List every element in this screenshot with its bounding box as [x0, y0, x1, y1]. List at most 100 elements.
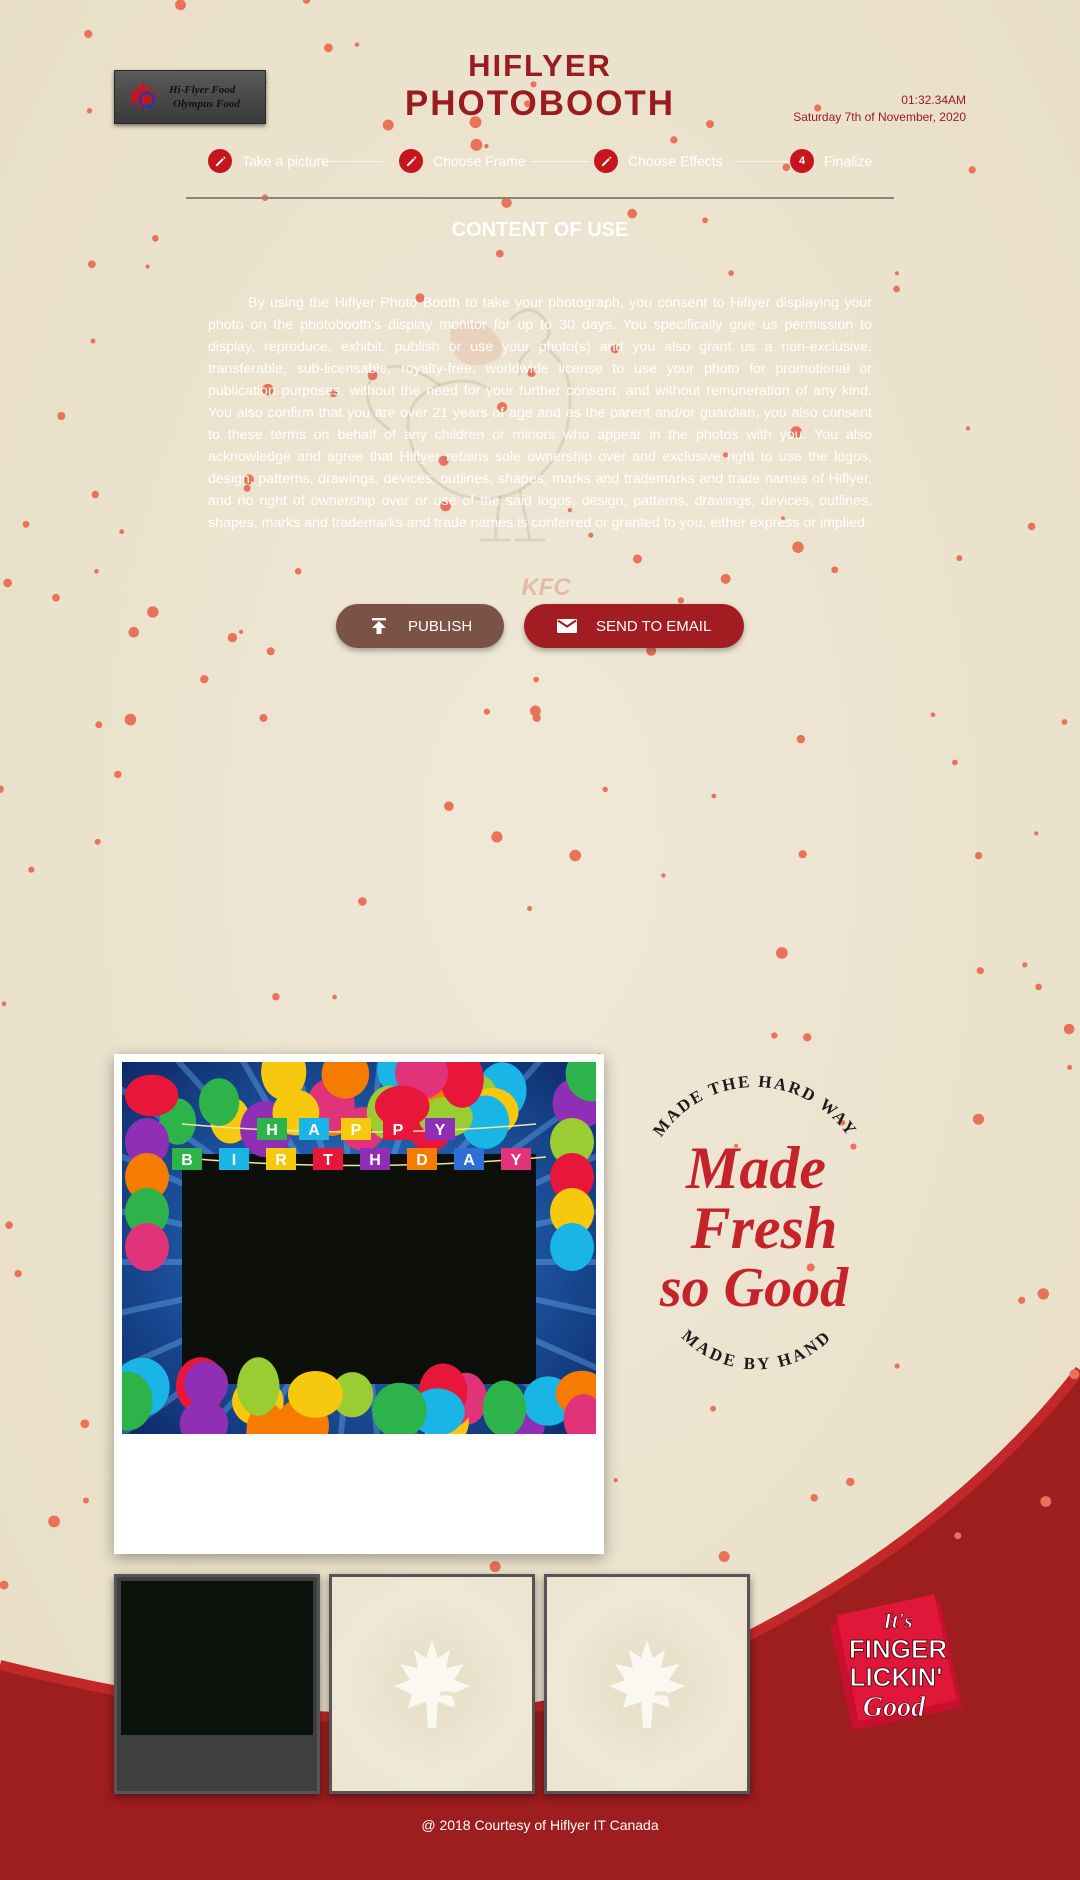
maple-fleur-icon — [609, 1640, 685, 1728]
decor-dot — [114, 770, 122, 779]
banner-letter: T — [323, 1152, 333, 1169]
step-label: Finalize — [824, 153, 873, 169]
step-take-picture[interactable]: Take a picture — [208, 148, 329, 174]
photo-preview-card: HAPPY BIRTHDAY — [114, 1054, 604, 1554]
step-finalize[interactable]: 4 Finalize — [790, 148, 872, 174]
decor-dot — [831, 566, 839, 574]
upload-icon — [372, 618, 386, 634]
decor-dot — [200, 675, 209, 684]
balloon — [198, 1078, 240, 1126]
decor-dot — [239, 629, 244, 635]
decor-dot — [489, 1561, 501, 1573]
decor-dot — [259, 714, 268, 722]
step-label: Choose Frame — [433, 153, 526, 169]
decor-dot — [846, 1477, 855, 1487]
step-label: Take a picture — [242, 153, 330, 169]
banner-letter: I — [232, 1152, 236, 1169]
decor-dot — [532, 713, 541, 722]
decor-dot — [227, 632, 238, 643]
decor-dot — [87, 260, 96, 269]
banner-letter: Y — [435, 1122, 446, 1139]
decor-dot — [94, 569, 99, 574]
clock: 01:32.34AM Saturday 7th of November, 202… — [793, 92, 966, 126]
decor-dot — [776, 947, 788, 959]
banner-letter: B — [181, 1152, 193, 1169]
kfc-watermark: KFC — [521, 574, 571, 601]
pencil-icon — [594, 149, 618, 173]
banner-letter: D — [416, 1152, 428, 1169]
banner-letter: Y — [511, 1152, 522, 1169]
decor-dot — [324, 43, 333, 53]
app-title-line1: HIFLYER — [468, 48, 612, 83]
balloon — [125, 1223, 169, 1271]
banner-letter: A — [308, 1122, 320, 1139]
decor-dot — [128, 626, 140, 638]
decor-dot — [533, 676, 539, 683]
decor-dot — [1069, 1369, 1080, 1380]
decor-dot — [803, 1033, 812, 1042]
decor-dot — [83, 1497, 89, 1504]
decor-dot — [119, 529, 125, 534]
finger-line1: It's — [882, 1608, 912, 1633]
badge-line2: Fresh — [690, 1195, 838, 1261]
decor-dot — [677, 597, 685, 604]
decor-dot — [710, 1405, 716, 1412]
step-connector — [531, 161, 589, 162]
made-fresh-badge: MADE THE HARD WAY Made Fresh so Good MAD… — [649, 1072, 861, 1374]
step-choose-effects[interactable]: Choose Effects — [594, 148, 723, 174]
decor-dot — [91, 490, 100, 499]
decor-dot — [84, 29, 93, 39]
decor-dot — [28, 866, 35, 873]
decor-dot — [294, 568, 302, 575]
balloon — [124, 1074, 179, 1117]
decor-dot — [80, 1419, 90, 1429]
decor-dot — [152, 235, 159, 242]
decor-dot — [354, 42, 360, 47]
footer-credit: @ 2018 Courtesy of Hiflyer IT Canada — [421, 1817, 659, 1833]
clock-time: 01:32.34AM — [901, 93, 966, 107]
balloon — [550, 1223, 594, 1271]
finger-line3: LICKIN' — [850, 1662, 943, 1692]
logo-text-olympus: Olympus Food — [173, 98, 240, 110]
decor-dot — [796, 734, 806, 744]
decor-dot — [1067, 1064, 1073, 1070]
decor-dot — [483, 708, 490, 715]
header-divider — [186, 197, 894, 199]
svg-text:MADE THE HARD WAY: MADE THE HARD WAY — [649, 1072, 861, 1140]
decor-dot — [272, 993, 280, 1001]
decor-dot — [1040, 1496, 1052, 1507]
decor-dot — [5, 1221, 13, 1229]
decor-dot — [1061, 719, 1068, 725]
clock-date: Saturday 7th of November, 2020 — [793, 110, 966, 124]
decor-dot — [973, 1113, 984, 1125]
decor-dot — [952, 759, 958, 766]
company-logo: Hi-Flyer Food Olympus Food — [114, 70, 266, 124]
thumbnail-frame-2[interactable] — [329, 1574, 535, 1794]
decor-dot — [894, 271, 900, 276]
decor-dot — [720, 573, 731, 584]
decor-dot — [52, 593, 60, 602]
step-choose-frame[interactable]: Choose Frame — [399, 148, 526, 174]
mail-icon — [557, 619, 577, 633]
decor-dot — [22, 520, 30, 528]
decor-dot — [527, 906, 533, 911]
decor-dot — [1018, 1296, 1026, 1304]
decor-dot — [613, 1478, 618, 1483]
decor-dot — [90, 338, 96, 344]
decor-dot — [956, 555, 963, 562]
decor-dot — [3, 578, 12, 588]
publish-button[interactable]: PUBLISH — [336, 604, 504, 648]
decor-dot — [728, 270, 734, 276]
decor-dot — [1027, 522, 1036, 531]
decor-dot — [569, 849, 581, 862]
decor-dot — [1037, 1288, 1050, 1300]
thumbnail-frame-1[interactable] — [114, 1574, 320, 1794]
decor-dot — [1063, 1023, 1075, 1035]
thumbnail-frame-3[interactable] — [544, 1574, 750, 1794]
balloon — [482, 1380, 527, 1434]
badge-line1: Made — [685, 1135, 826, 1201]
banner-letter: P — [351, 1122, 362, 1139]
decor-dot — [771, 1032, 778, 1039]
send-to-email-button[interactable]: SEND TO EMAIL — [524, 604, 744, 648]
decor-dot — [670, 136, 678, 144]
